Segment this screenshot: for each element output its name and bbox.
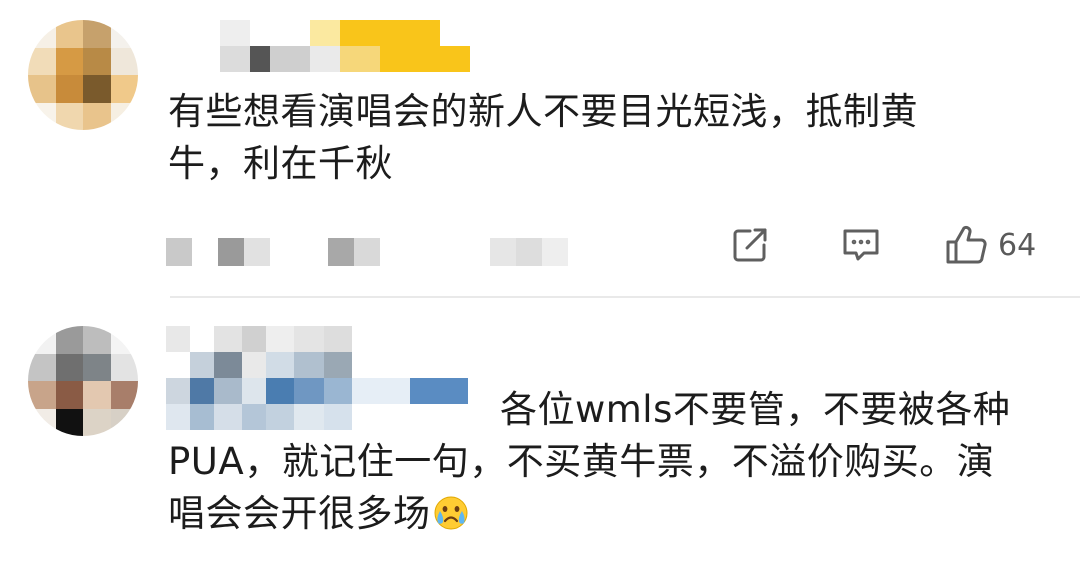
share-button[interactable] bbox=[730, 225, 770, 265]
like-count: 64 bbox=[998, 227, 1037, 263]
username[interactable] bbox=[166, 326, 468, 430]
comment-text-line: PUA，就记住一句，不买黄牛票，不溢价购买。演 bbox=[168, 440, 995, 483]
avatar[interactable] bbox=[28, 20, 138, 130]
comment-text: 有些想看演唱会的新人不要目光短浅，抵制黄 牛，利在千秋 bbox=[168, 86, 918, 190]
comment-text-line: 有些想看演唱会的新人不要目光短浅，抵制黄 bbox=[168, 90, 918, 133]
comment-text-line: 牛，利在千秋 bbox=[168, 142, 393, 185]
comment-meta bbox=[166, 238, 568, 266]
comment-text-line: 各位wmls不要管，不要被各种 bbox=[500, 388, 1011, 431]
reply-button[interactable] bbox=[840, 225, 882, 265]
comment-text-line: 唱会会开很多场 bbox=[168, 492, 431, 535]
crying-face-emoji bbox=[431, 492, 471, 532]
comment-actions: 64 bbox=[730, 220, 1036, 270]
username[interactable] bbox=[180, 20, 470, 72]
thumbs-up-icon bbox=[944, 224, 988, 266]
avatar[interactable] bbox=[28, 326, 138, 436]
share-edit-icon bbox=[730, 225, 770, 265]
divider bbox=[170, 296, 1080, 298]
comment-text: PUA，就记住一句，不买黄牛票，不溢价购买。演 唱会会开很多场 bbox=[168, 436, 994, 540]
reply-comment-icon bbox=[840, 225, 882, 265]
like-button[interactable]: 64 bbox=[944, 224, 1036, 266]
comment-text: 各位wmls不要管，不要被各种 bbox=[500, 384, 1010, 436]
